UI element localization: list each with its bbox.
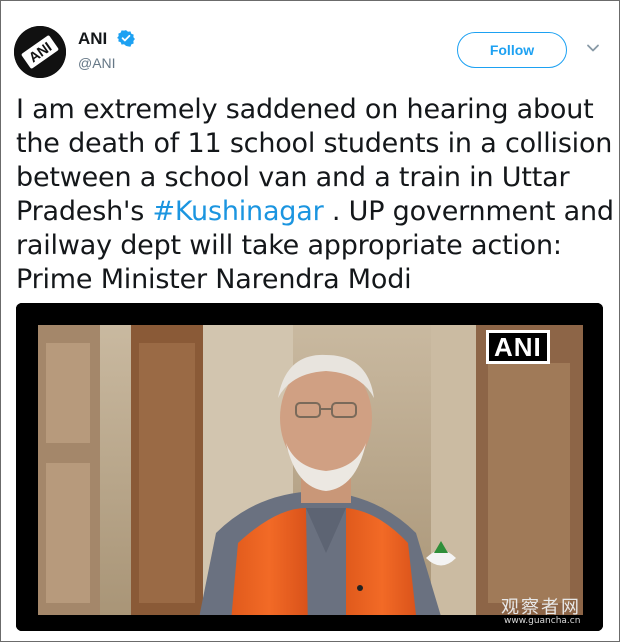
ani-badge-text: ANI [489,333,547,361]
chevron-down-icon[interactable] [586,43,600,53]
tweet-text-segment: . UP government and [323,196,614,227]
tweet-text-line: railway dept will take appropriate actio… [16,230,562,261]
avatar[interactable]: ANI [14,26,66,78]
ani-logo-icon: ANI [14,26,66,78]
tweet-text-line: Prime Minister Narendra Modi [16,264,412,295]
tweet-card: ANI ANI @ANI Follow I am extremely sadde… [0,0,620,642]
author-name[interactable]: ANI [78,29,107,49]
tweet-text-line: the death of 11 school students in a col… [16,128,613,159]
tweet-text-line: between a school van and a train in Utta… [16,162,570,193]
hashtag-link[interactable]: #Kushinagar [152,196,323,227]
media-video-frame[interactable]: ANI 观察者网 www.guancha.cn [16,303,603,631]
author-handle[interactable]: @ANI [78,55,116,71]
follow-button[interactable]: Follow [457,32,567,68]
verified-badge-icon [117,30,135,47]
tweet-text: I am extremely saddened on hearing about… [16,93,614,297]
ani-watermark-badge: ANI [486,330,550,364]
tweet-text-line: Pradesh's #Kushinagar . UP government an… [16,195,614,229]
guancha-watermark-url: www.guancha.cn [504,616,581,626]
tweet-text-line: I am extremely saddened on hearing about [16,94,594,125]
tweet-text-segment: Pradesh's [16,196,153,227]
